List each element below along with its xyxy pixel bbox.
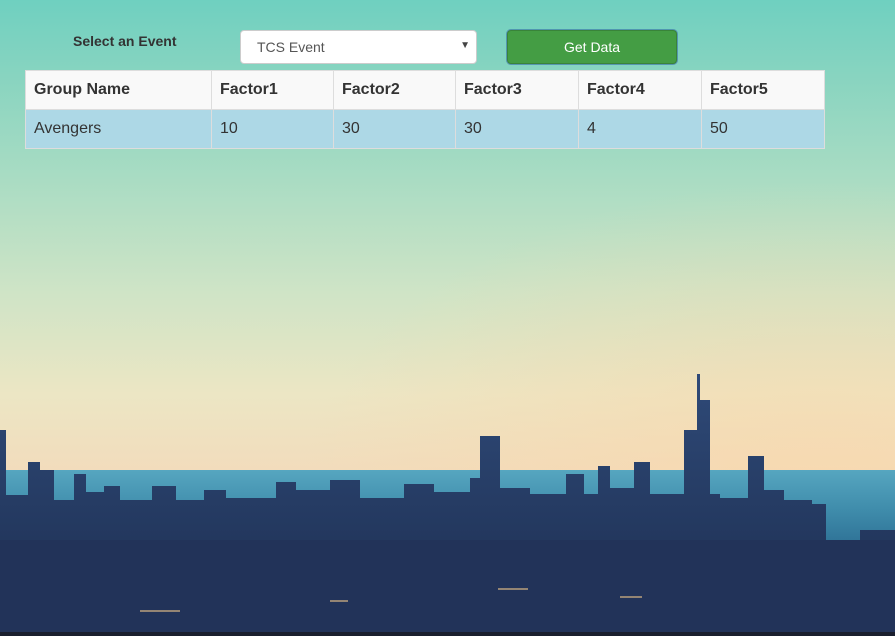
- cell-factor2: 30: [333, 109, 456, 149]
- cell-group-name: Avengers: [25, 109, 212, 149]
- results-table: Group Name Factor1 Factor2 Factor3 Facto…: [25, 70, 825, 149]
- event-select-value: TCS Event: [257, 39, 325, 55]
- table-header-row: Group Name Factor1 Factor2 Factor3 Facto…: [25, 70, 825, 110]
- get-data-button[interactable]: Get Data: [507, 30, 677, 64]
- taskbar-strip: [0, 632, 895, 636]
- column-header-factor5: Factor5: [701, 70, 825, 110]
- cell-factor5: 50: [701, 109, 825, 149]
- column-header-factor1: Factor1: [211, 70, 334, 110]
- column-header-group-name: Group Name: [25, 70, 212, 110]
- event-select[interactable]: TCS Event ▼: [240, 30, 477, 64]
- event-select-label: Select an Event: [73, 33, 177, 49]
- column-header-factor4: Factor4: [578, 70, 702, 110]
- cell-factor1: 10: [211, 109, 334, 149]
- chevron-down-icon: ▼: [460, 40, 470, 51]
- cell-factor3: 30: [455, 109, 579, 149]
- column-header-factor3: Factor3: [455, 70, 579, 110]
- table-row: Avengers 10 30 30 4 50: [25, 109, 825, 149]
- cell-factor4: 4: [578, 109, 702, 149]
- column-header-factor2: Factor2: [333, 70, 456, 110]
